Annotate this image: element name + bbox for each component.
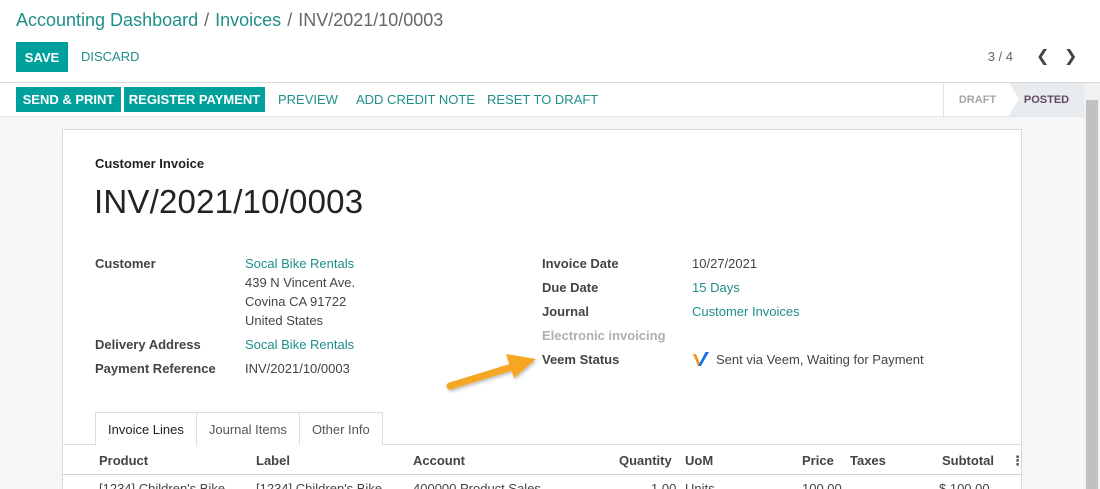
column-header-label[interactable]: Label [256,453,290,468]
breadcrumb-accounting-dashboard[interactable]: Accounting Dashboard [16,10,198,30]
table-cell-product[interactable]: [1234] Children's Bike [99,481,225,489]
invoice-date-value[interactable]: 10/27/2021 [692,256,757,271]
veem-status-label: Veem Status [542,352,620,367]
preview-button[interactable]: PREVIEW [278,91,338,109]
customer-label: Customer [95,256,156,271]
save-button[interactable]: SAVE [16,42,68,72]
notebook-tabs: Invoice Lines Journal Items Other Info [95,412,383,446]
table-cell-subtotal[interactable]: $ 100.00 [939,481,990,489]
journal-link[interactable]: Customer Invoices [692,304,800,319]
table-cell-account[interactable]: 400000 Product Sales [413,481,541,489]
payment-reference-label: Payment Reference [95,361,216,376]
table-cell-uom[interactable]: Units [685,481,715,489]
tab-other-info[interactable]: Other Info [298,412,383,445]
customer-address-line2: Covina CA 91722 [245,294,347,309]
register-payment-button[interactable]: REGISTER PAYMENT [124,87,265,112]
reset-to-draft-button[interactable]: RESET TO DRAFT [487,91,598,109]
customer-address-line3: United States [245,313,324,328]
chevron-right-icon[interactable]: ❯ [1064,48,1077,66]
pager-value: 3 / 4 [987,49,1013,64]
column-header-taxes[interactable]: Taxes [850,453,886,468]
table-cell-price[interactable]: 100.00 [802,481,842,489]
customer-address-line1: 439 N Vincent Ave. [245,275,356,290]
chevron-left-icon[interactable]: ❮ [1036,48,1049,66]
column-header-account[interactable]: Account [413,453,465,468]
table-cell-label[interactable]: [1234] Children's Bike [256,481,382,489]
breadcrumb-separator: / [287,10,293,30]
delivery-address-label: Delivery Address [95,337,201,352]
breadcrumb-current-invoice: INV/2021/10/0003 [298,10,444,30]
column-header-quantity[interactable]: Quantity [619,453,672,468]
column-header-uom[interactable]: UoM [685,453,713,468]
scrollbar-thumb[interactable] [1086,100,1098,489]
annotation-arrow-icon [446,354,536,390]
delivery-address-link[interactable]: Socal Bike Rentals [245,337,354,352]
table-cell-quantity[interactable]: 1.00 [651,481,676,489]
due-date-value[interactable]: 15 Days [692,280,740,295]
breadcrumb-separator: / [204,10,210,30]
add-credit-note-button[interactable]: ADD CREDIT NOTE [356,91,475,109]
send-print-button[interactable]: SEND & PRINT [16,87,121,112]
breadcrumb-invoices[interactable]: Invoices [215,10,281,30]
electronic-invoicing-label: Electronic invoicing [542,328,666,343]
column-header-subtotal[interactable]: Subtotal [942,453,994,468]
tab-journal-items[interactable]: Journal Items [195,412,300,445]
status-arrow-shape [1009,83,1019,115]
status-posted[interactable]: POSTED [1009,83,1084,116]
divider [0,82,1100,83]
due-date-label: Due Date [542,280,599,295]
invoice-number-title: INV/2021/10/0003 [94,183,364,220]
veem-status-value: Sent via Veem, Waiting for Payment [716,352,924,367]
customer-link[interactable]: Socal Bike Rentals [245,256,354,271]
column-header-price[interactable]: Price [802,453,834,468]
veem-logo-icon [693,352,709,366]
tab-invoice-lines[interactable]: Invoice Lines [95,412,197,446]
discard-button[interactable]: DISCARD [81,48,140,66]
column-options-icon[interactable]: ⋮ [1011,453,1024,469]
payment-reference-value[interactable]: INV/2021/10/0003 [245,361,350,376]
invoice-date-label: Invoice Date [542,256,619,271]
breadcrumb: Accounting Dashboard / Invoices / INV/2021/1… [16,8,443,32]
status-draft[interactable]: DRAFT [943,83,1011,116]
document-type: Customer Invoice [95,156,205,171]
status-bar: DRAFT POSTED [943,83,1084,116]
column-header-product[interactable]: Product [99,453,148,468]
journal-label: Journal [542,304,589,319]
